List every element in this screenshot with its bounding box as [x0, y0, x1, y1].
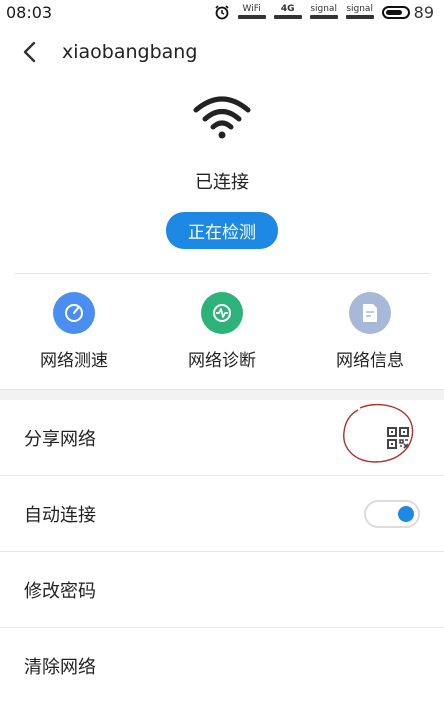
page-title: xiaobangbang — [62, 41, 198, 63]
toggle-knob — [398, 505, 414, 522]
settings-list: 分享网络 自动连接 修改密码 清除网络 — [0, 400, 444, 704]
document-icon — [349, 292, 391, 334]
signal-indicator-1: signal — [309, 4, 338, 19]
qr-code-icon — [387, 426, 409, 449]
clear-network-label: 清除网络 — [24, 657, 96, 678]
status-bar: 08:03 WiFi 4G signal signal 89 — [0, 0, 444, 24]
header: xiaobangbang — [0, 24, 444, 80]
network-info-button[interactable]: 网络信息 — [310, 292, 430, 371]
wifi-icon — [193, 96, 251, 139]
connection-summary: 已连接 正在检测 — [0, 80, 444, 249]
connection-status: 已连接 — [195, 172, 249, 193]
section-separator — [0, 389, 444, 400]
battery-level: 89 — [413, 2, 434, 22]
network-label: 4G — [280, 4, 295, 14]
signal-indicator-2: signal — [345, 4, 374, 19]
tool-label: 网络测速 — [40, 351, 108, 371]
tool-label: 网络诊断 — [188, 351, 256, 371]
speedometer-icon — [53, 292, 95, 334]
auto-connect-toggle[interactable] — [364, 499, 420, 528]
chevron-left-icon — [23, 41, 36, 63]
signal-label-2: signal — [346, 4, 373, 14]
back-button[interactable] — [18, 41, 40, 63]
auto-connect-row[interactable]: 自动连接 — [0, 476, 444, 552]
status-time: 08:03 — [6, 2, 53, 22]
wifi-label: WiFi — [242, 4, 261, 14]
tool-label: 网络信息 — [336, 351, 404, 371]
status-icons: WiFi 4G signal signal 89 — [214, 3, 434, 22]
battery-indicator: 89 — [381, 2, 434, 22]
battery-icon — [381, 5, 410, 19]
change-password-row[interactable]: 修改密码 — [0, 552, 444, 628]
speed-test-button[interactable]: 网络测速 — [14, 292, 134, 371]
network-indicator: 4G — [273, 4, 302, 19]
alarm-icon — [215, 5, 229, 20]
network-tools: 网络测速 网络诊断 网络信息 — [0, 274, 444, 389]
change-password-label: 修改密码 — [24, 580, 96, 602]
diagnosis-button[interactable]: 网络诊断 — [162, 292, 282, 371]
share-network-row[interactable]: 分享网络 — [0, 400, 444, 476]
auto-connect-label: 自动连接 — [24, 504, 96, 526]
clear-network-row[interactable]: 清除网络 — [0, 628, 444, 704]
share-network-label: 分享网络 — [24, 428, 96, 450]
wifi-indicator: WiFi — [237, 4, 266, 19]
signal-label-1: signal — [310, 4, 337, 14]
checking-button[interactable]: 正在检测 — [166, 212, 278, 249]
pulse-icon — [201, 292, 243, 334]
qr-code-button[interactable] — [376, 416, 420, 460]
